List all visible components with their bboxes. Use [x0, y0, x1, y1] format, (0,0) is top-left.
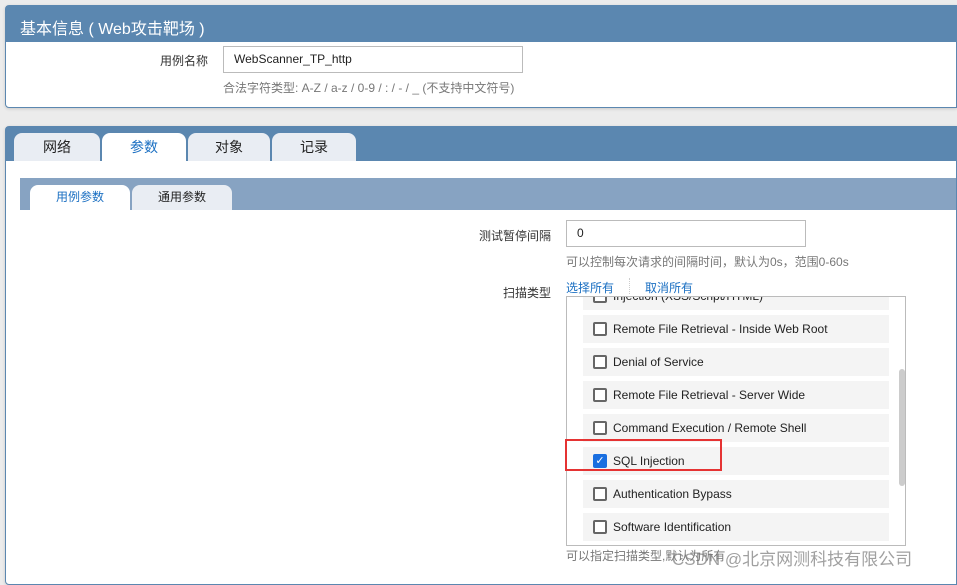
scan-type-label: Injection (XSS/Script/HTML)	[613, 296, 764, 303]
subtab-case-params[interactable]: 用例参数	[30, 185, 130, 210]
pause-input[interactable]: 0	[566, 220, 806, 247]
checkbox[interactable]	[593, 520, 607, 534]
subtab-common-params[interactable]: 通用参数	[132, 185, 232, 210]
scan-type-item[interactable]: Injection (XSS/Script/HTML)	[583, 296, 889, 310]
tab-records[interactable]: 记录	[272, 133, 356, 161]
checkbox[interactable]	[593, 487, 607, 501]
scrollbar[interactable]	[899, 369, 905, 486]
tab-params[interactable]: 参数	[102, 133, 186, 162]
scan-type-item[interactable]: Software Identification	[583, 513, 889, 541]
scan-type-item[interactable]: Authentication Bypass	[583, 480, 889, 508]
deselect-all-link[interactable]: 取消所有	[645, 279, 693, 296]
select-all-link[interactable]: 选择所有	[566, 279, 614, 296]
watermark: CSDN @北京网测科技有限公司	[672, 550, 913, 569]
tab-objects[interactable]: 对象	[188, 133, 270, 161]
scan-type-list[interactable]: Software Identification Authentication By…	[566, 296, 906, 546]
checkbox[interactable]	[593, 355, 607, 369]
scan-type-label: Remote File Retrieval - Inside Web Root	[613, 322, 828, 336]
pause-label: 测试暂停间隔	[478, 229, 551, 243]
scan-type-item[interactable]: Command Execution / Remote Shell	[583, 414, 889, 442]
main-tabs: 网络 参数 对象 记录	[6, 127, 956, 162]
case-name-label: 用例名称	[159, 54, 208, 68]
checkbox[interactable]	[593, 388, 607, 402]
case-name-input[interactable]: WebScanner_TP_http	[223, 46, 523, 73]
highlight-box	[565, 439, 722, 471]
scan-type-label: Denial of Service	[613, 355, 704, 369]
scan-type-label: Software Identification	[613, 520, 732, 534]
scan-type-item[interactable]: Denial of Service	[583, 348, 889, 376]
scan-type-label: Authentication Bypass	[613, 487, 732, 501]
panel-title: 基本信息 ( Web攻击靶场 )	[6, 6, 956, 42]
tab-network[interactable]: 网络	[14, 133, 100, 161]
pause-hint: 可以控制每次请求的间隔时间，默认为0s，范围0-60s	[566, 255, 849, 269]
scan-type-label: Command Execution / Remote Shell	[613, 421, 807, 435]
checkbox[interactable]	[593, 322, 607, 336]
scan-type-item[interactable]: Remote File Retrieval - Server Wide	[583, 381, 889, 409]
divider	[629, 278, 630, 294]
scan-type-item[interactable]: Remote File Retrieval - Inside Web Root	[583, 315, 889, 343]
checkbox[interactable]	[593, 297, 607, 303]
case-name-hint: 合法字符类型: A-Z / a-z / 0-9 / : / - / _ (不支持…	[223, 81, 515, 95]
checkbox[interactable]	[593, 421, 607, 435]
scan-type-label: Remote File Retrieval - Server Wide	[613, 388, 806, 402]
sub-tabs: 用例参数 通用参数	[20, 178, 956, 210]
scan-type-label: 扫描类型	[502, 286, 551, 300]
